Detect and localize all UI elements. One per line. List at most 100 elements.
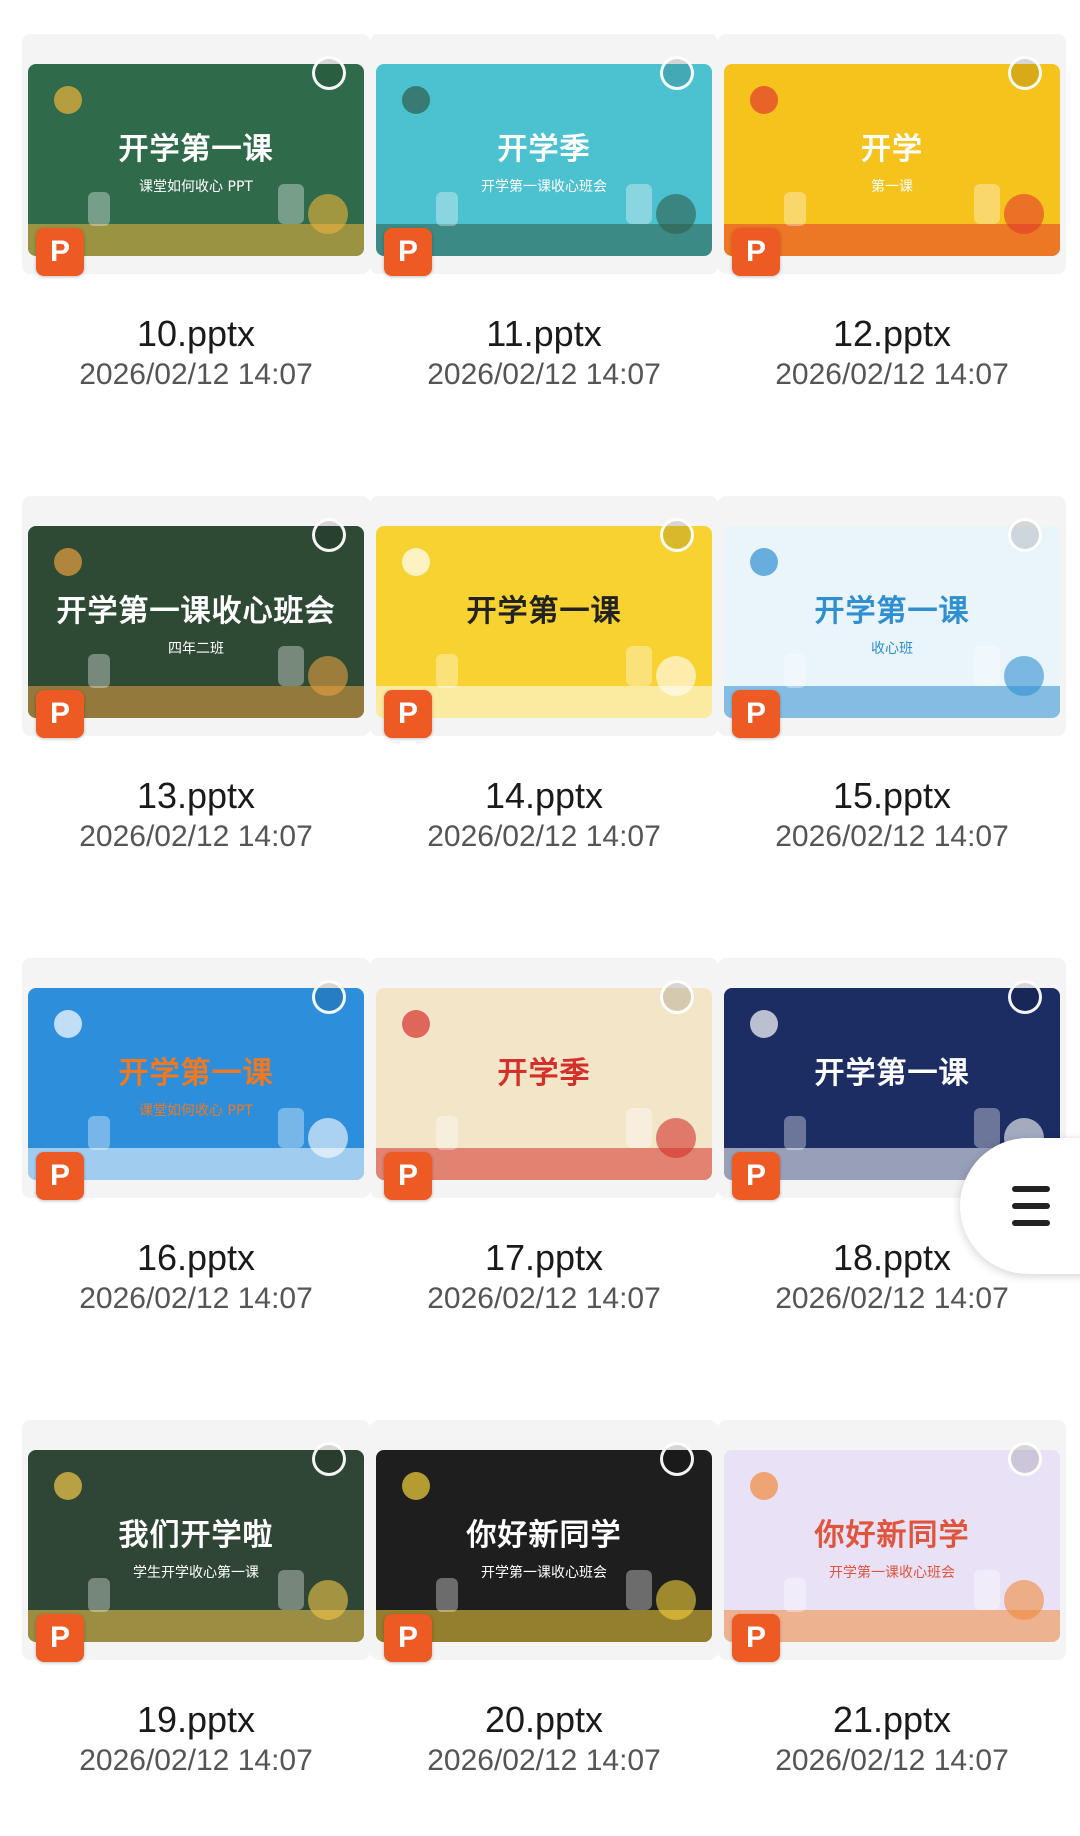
file-card[interactable]: 开学第一课收心班会 四年二班 P 13.pptx 2026/02/12 14:0… — [22, 496, 370, 916]
thumbnail-title: 开学 — [861, 132, 923, 167]
powerpoint-icon-label: P — [49, 1621, 70, 1654]
file-thumbnail[interactable]: 开学第一课 课堂如何收心 PPT — [28, 64, 364, 256]
powerpoint-file-icon: P — [36, 228, 84, 276]
powerpoint-file-icon: P — [384, 1152, 432, 1200]
powerpoint-icon-label: P — [397, 235, 418, 268]
file-date: 2026/02/12 14:07 — [427, 358, 661, 391]
file-card[interactable]: 开学第一课 P 14.pptx 2026/02/12 14:07 — [370, 496, 718, 916]
file-thumbnail[interactable]: 我们开学啦 学生开学收心第一课 — [28, 1450, 364, 1642]
thumbnail-title: 开学第一课 — [814, 1056, 970, 1091]
file-name[interactable]: 12.pptx — [718, 314, 1066, 354]
file-grid: 开学第一课 课堂如何收心 PPT P 10.pptx 2026/02/12 14… — [0, 0, 1080, 1836]
thumbnail-title: 开学季 — [497, 132, 591, 167]
file-date: 2026/02/12 14:07 — [427, 1744, 661, 1777]
select-checkbox[interactable] — [1008, 980, 1042, 1014]
file-date: 2026/02/12 14:07 — [775, 1744, 1009, 1777]
select-checkbox[interactable] — [1008, 1442, 1042, 1476]
file-name[interactable]: 10.pptx — [22, 314, 370, 354]
file-thumbnail[interactable]: 开学第一课 课堂如何收心 PPT — [28, 988, 364, 1180]
file-thumbnail[interactable]: 开学第一课 — [376, 526, 712, 718]
select-checkbox[interactable] — [660, 518, 694, 552]
file-date: 2026/02/12 14:07 — [427, 1282, 661, 1315]
powerpoint-icon-label: P — [49, 1159, 70, 1192]
powerpoint-file-icon: P — [36, 1614, 84, 1662]
file-card[interactable]: 你好新同学 开学第一课收心班会 P 20.pptx 2026/02/12 14:… — [370, 1420, 718, 1836]
file-card[interactable]: 开学第一课 课堂如何收心 PPT P 16.pptx 2026/02/12 14… — [22, 958, 370, 1378]
thumbnail-subtitle: 开学第一课收心班会 — [481, 1565, 607, 1581]
select-checkbox[interactable] — [312, 518, 346, 552]
thumbnail-subtitle: 开学第一课收心班会 — [481, 179, 607, 195]
powerpoint-file-icon: P — [384, 228, 432, 276]
file-card[interactable]: 开学第一课 收心班 P 15.pptx 2026/02/12 14:07 — [718, 496, 1066, 916]
thumbnail-title: 开学第一课 — [814, 594, 970, 629]
powerpoint-icon-label: P — [49, 235, 70, 268]
file-name[interactable]: 21.pptx — [718, 1700, 1066, 1740]
select-checkbox[interactable] — [660, 1442, 694, 1476]
file-name[interactable]: 14.pptx — [370, 776, 718, 816]
powerpoint-file-icon: P — [732, 1614, 780, 1662]
thumbnail-subtitle: 开学第一课收心班会 — [829, 1565, 955, 1581]
powerpoint-file-icon: P — [36, 1152, 84, 1200]
select-checkbox[interactable] — [660, 56, 694, 90]
file-card[interactable]: 开学季 开学第一课收心班会 P 11.pptx 2026/02/12 14:07 — [370, 34, 718, 454]
file-date: 2026/02/12 14:07 — [79, 820, 313, 853]
thumbnail-subtitle: 第一课 — [871, 179, 913, 195]
powerpoint-icon-label: P — [397, 1159, 418, 1192]
file-thumbnail[interactable]: 开学季 开学第一课收心班会 — [376, 64, 712, 256]
powerpoint-icon-label: P — [745, 235, 766, 268]
select-checkbox[interactable] — [312, 1442, 346, 1476]
file-thumbnail[interactable]: 开学第一课 收心班 — [724, 526, 1060, 718]
thumbnail-title: 你好新同学 — [466, 1518, 622, 1553]
powerpoint-file-icon: P — [732, 228, 780, 276]
thumbnail-subtitle: 课堂如何收心 PPT — [139, 1103, 253, 1119]
thumbnail-title: 我们开学啦 — [118, 1518, 274, 1553]
select-checkbox[interactable] — [312, 56, 346, 90]
thumbnail-title: 开学季 — [497, 1056, 591, 1091]
hamburger-menu-icon — [1012, 1186, 1050, 1226]
powerpoint-icon-label: P — [745, 1621, 766, 1654]
file-date: 2026/02/12 14:07 — [775, 358, 1009, 391]
file-name[interactable]: 19.pptx — [22, 1700, 370, 1740]
thumbnail-title: 开学第一课 — [466, 594, 622, 629]
file-date: 2026/02/12 14:07 — [79, 1282, 313, 1315]
file-name[interactable]: 16.pptx — [22, 1238, 370, 1278]
file-name[interactable]: 17.pptx — [370, 1238, 718, 1278]
file-card[interactable]: 开学第一课 课堂如何收心 PPT P 10.pptx 2026/02/12 14… — [22, 34, 370, 454]
select-checkbox[interactable] — [1008, 56, 1042, 90]
thumbnail-title: 开学第一课收心班会 — [56, 594, 336, 629]
file-card[interactable]: 你好新同学 开学第一课收心班会 P 21.pptx 2026/02/12 14:… — [718, 1420, 1066, 1836]
file-thumbnail[interactable]: 你好新同学 开学第一课收心班会 — [376, 1450, 712, 1642]
powerpoint-icon-label: P — [397, 1621, 418, 1654]
powerpoint-file-icon: P — [384, 1614, 432, 1662]
select-checkbox[interactable] — [1008, 518, 1042, 552]
powerpoint-icon-label: P — [49, 697, 70, 730]
thumbnail-subtitle: 收心班 — [871, 641, 913, 657]
file-thumbnail[interactable]: 开学季 — [376, 988, 712, 1180]
file-date: 2026/02/12 14:07 — [79, 1744, 313, 1777]
file-card[interactable]: 我们开学啦 学生开学收心第一课 P 19.pptx 2026/02/12 14:… — [22, 1420, 370, 1836]
powerpoint-icon-label: P — [745, 1159, 766, 1192]
file-name[interactable]: 13.pptx — [22, 776, 370, 816]
file-date: 2026/02/12 14:07 — [427, 820, 661, 853]
file-name[interactable]: 11.pptx — [370, 314, 718, 354]
powerpoint-icon-label: P — [397, 697, 418, 730]
file-date: 2026/02/12 14:07 — [775, 1282, 1009, 1315]
file-thumbnail[interactable]: 你好新同学 开学第一课收心班会 — [724, 1450, 1060, 1642]
file-date: 2026/02/12 14:07 — [775, 820, 1009, 853]
powerpoint-file-icon: P — [36, 690, 84, 738]
select-checkbox[interactable] — [312, 980, 346, 1014]
select-checkbox[interactable] — [660, 980, 694, 1014]
thumbnail-subtitle: 课堂如何收心 PPT — [139, 179, 253, 195]
powerpoint-file-icon: P — [732, 1152, 780, 1200]
powerpoint-icon-label: P — [745, 697, 766, 730]
file-thumbnail[interactable]: 开学 第一课 — [724, 64, 1060, 256]
file-thumbnail[interactable]: 开学第一课收心班会 四年二班 — [28, 526, 364, 718]
powerpoint-file-icon: P — [384, 690, 432, 738]
file-name[interactable]: 15.pptx — [718, 776, 1066, 816]
file-name[interactable]: 20.pptx — [370, 1700, 718, 1740]
file-date: 2026/02/12 14:07 — [79, 358, 313, 391]
file-card[interactable]: 开学 第一课 P 12.pptx 2026/02/12 14:07 — [718, 34, 1066, 454]
thumbnail-subtitle: 学生开学收心第一课 — [133, 1565, 259, 1581]
thumbnail-title: 你好新同学 — [814, 1518, 970, 1553]
file-card[interactable]: 开学季 P 17.pptx 2026/02/12 14:07 — [370, 958, 718, 1378]
